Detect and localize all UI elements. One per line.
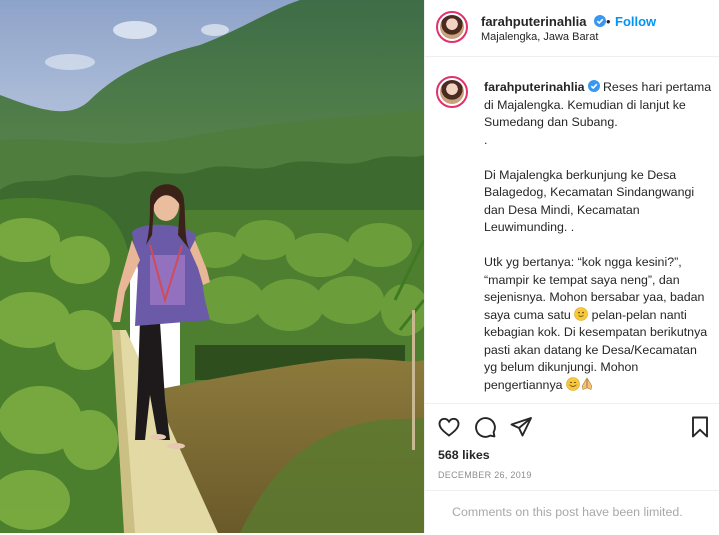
smiling-face-icon: [566, 376, 580, 391]
instagram-post: farahputerinahlia • Follow Majalengka, J…: [0, 0, 719, 533]
post-header: farahputerinahlia • Follow Majalengka, J…: [425, 0, 719, 57]
avatar[interactable]: [436, 11, 468, 43]
verified-badge-icon: [587, 80, 600, 92]
verified-badge-icon: [594, 15, 606, 27]
caption-body: Reses hari pertama di Majalengka. Kemudi…: [484, 80, 712, 322]
caption-avatar[interactable]: [436, 76, 468, 108]
heart-icon[interactable]: [437, 415, 461, 439]
likes-count[interactable]: 568 likes: [438, 448, 490, 462]
username-link[interactable]: farahputerinahlia: [481, 14, 586, 29]
post-actions: 568 likes DECEMBER 26, 2019 Comments on …: [425, 403, 719, 534]
bookmark-icon[interactable]: [688, 415, 712, 439]
separator-dot: •: [606, 14, 611, 29]
post-side-panel: farahputerinahlia • Follow Majalengka, J…: [424, 0, 719, 533]
comments-limited-notice: Comments on this post have been limited.: [425, 490, 719, 535]
caption-block: farahputerinahlia Reses hari pertama di …: [425, 57, 719, 403]
follow-button[interactable]: Follow: [615, 14, 656, 29]
slightly-smiling-face-icon: [574, 306, 589, 321]
comments-limited-text: Comments on this post have been limited.: [452, 505, 683, 519]
caption-text: farahputerinahlia Reses hari pertama di …: [484, 79, 712, 394]
comment-icon[interactable]: [473, 415, 497, 439]
caption-username-link[interactable]: farahputerinahlia: [484, 80, 585, 94]
post-date[interactable]: DECEMBER 26, 2019: [438, 470, 532, 480]
folded-hands-icon: [581, 376, 593, 390]
photo-scene: [0, 0, 424, 533]
paper-plane-icon[interactable]: [509, 415, 533, 439]
post-photo[interactable]: [0, 0, 424, 533]
location-link[interactable]: Majalengka, Jawa Barat: [481, 31, 598, 43]
